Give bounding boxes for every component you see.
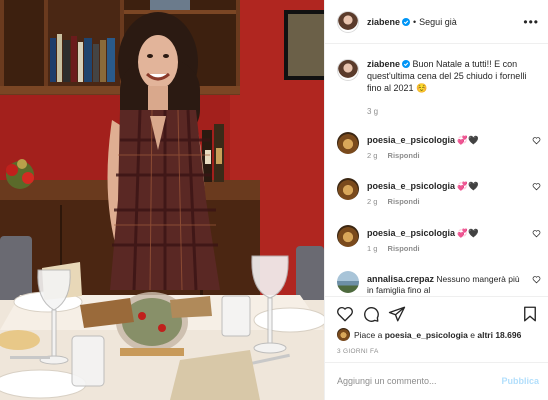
likes-user[interactable]: poesia_e_psicologia [385,330,468,340]
comment-meta: 2 g Rispondi [367,151,420,160]
post-age[interactable]: 3 GIORNI FA [337,348,379,355]
share-icon[interactable] [388,305,406,323]
post-photo[interactable] [0,0,324,400]
comment-time[interactable]: 2 g [367,151,377,160]
add-comment-bar: Aggiungi un commento... Pubblica [325,362,548,400]
commenter-avatar[interactable] [337,132,359,154]
post-caption: ziabene Buon Natale a tutti!! E con ques… [337,58,541,94]
comment-time[interactable]: 2 g [367,197,377,206]
reply-button[interactable]: Rispondi [388,151,420,160]
comment-username[interactable]: poesia_e_psicologia [367,181,455,191]
heart-icon[interactable] [532,182,541,191]
verified-badge-icon [402,60,411,68]
comment-item: annalisa.crepaz Nessuno mangerà più in f… [337,271,541,295]
heart-icon[interactable] [532,229,541,238]
instagram-post-modal: ziabene • Segui già ••• ziabene Buon Nat… [0,0,548,400]
caption-timestamp[interactable]: 3 g [367,107,378,116]
more-horizontal-icon[interactable]: ••• [523,15,539,29]
following-button[interactable]: Segui già [419,17,457,27]
comment-username[interactable]: poesia_e_psicologia [367,135,455,145]
likes-summary[interactable]: Piace a poesia_e_psicologia e altri 18.6… [337,328,521,341]
comment-meta: 2 g Rispondi [367,197,420,206]
comment-time[interactable]: 1 g [367,244,377,253]
author-avatar[interactable] [337,10,359,33]
commenter-avatar[interactable] [337,225,359,247]
caption-username[interactable]: ziabene [367,59,400,69]
comment-text: 💞🖤 [457,135,479,145]
likes-middle: e [470,329,475,340]
comment-text: 💞🖤 [457,181,479,191]
caption-author-avatar[interactable] [337,59,359,81]
post-side-panel: ziabene • Segui già ••• ziabene Buon Nat… [324,0,548,400]
likes-prefix: Piace a [354,329,383,340]
comment-text-line: poesia_e_psicologia 💞🖤 [367,135,527,146]
comment-item: poesia_e_psicologia 💞🖤 2 g Rispondi [337,132,541,172]
comment-icon[interactable] [362,305,380,323]
heart-icon[interactable] [532,275,541,284]
comment-item: poesia_e_psicologia 💞🖤 1 g Rispondi [337,225,541,265]
reply-button[interactable]: Rispondi [388,197,420,206]
heart-icon[interactable] [336,305,354,323]
comment-meta: 1 g Rispondi [367,244,420,253]
commenter-avatar[interactable] [337,271,359,293]
likes-others[interactable]: altri 18.696 [477,330,521,340]
comment-text: 💞🖤 [457,228,479,238]
comment-username[interactable]: annalisa.crepaz [367,274,434,284]
comment-item: poesia_e_psicologia 💞🖤 2 g Rispondi [337,178,541,218]
post-header: ziabene • Segui già ••• [325,0,548,44]
comment-text-line: annalisa.crepaz Nessuno mangerà più in f… [367,274,527,295]
comment-input[interactable]: Aggiungi un commento... [337,376,437,386]
comment-username[interactable]: poesia_e_psicologia [367,228,455,238]
reply-button[interactable]: Rispondi [388,244,420,253]
verified-badge-icon [402,17,411,26]
caption-body: ziabene Buon Natale a tutti!! E con ques… [367,58,539,94]
commenter-avatar[interactable] [337,178,359,200]
post-action-bar [325,296,548,328]
comment-text-line: poesia_e_psicologia 💞🖤 [367,181,527,192]
bookmark-icon[interactable] [521,305,539,323]
author-username[interactable]: ziabene [367,17,400,27]
comment-text-line: poesia_e_psicologia 💞🖤 [367,228,527,239]
heart-icon[interactable] [532,136,541,145]
publish-button[interactable]: Pubblica [501,376,539,386]
liker-avatar [337,328,350,341]
header-separator: • [413,16,417,27]
post-photo-illustration [0,0,324,400]
